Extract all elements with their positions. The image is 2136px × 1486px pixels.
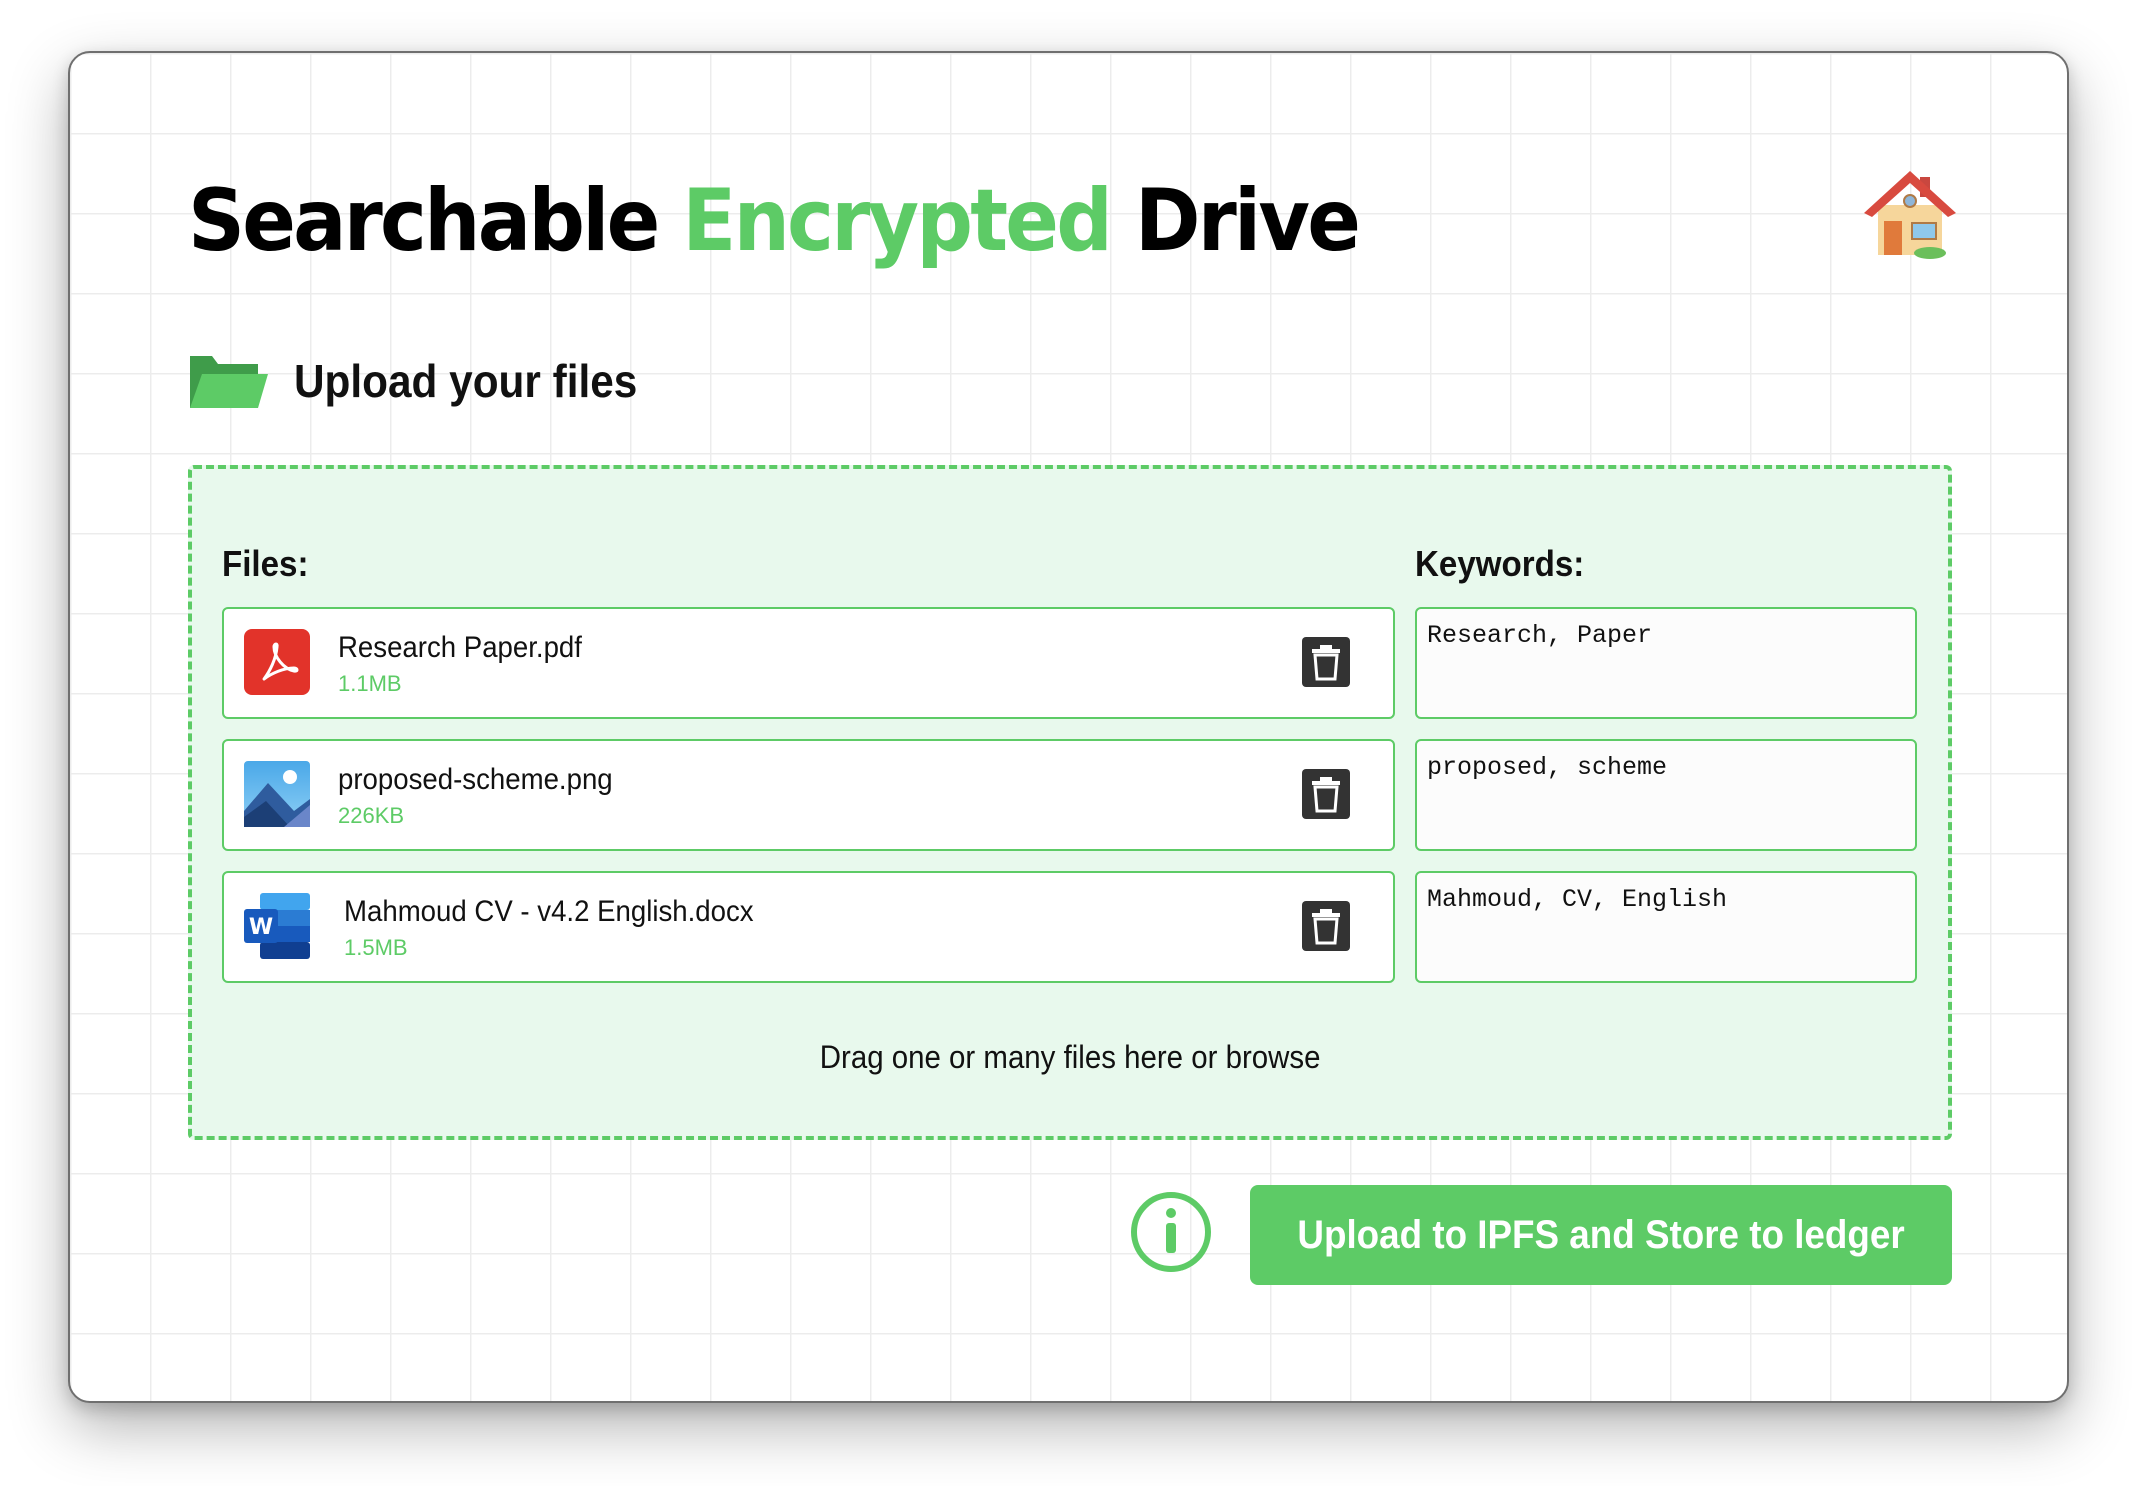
info-icon[interactable] <box>1130 1191 1212 1273</box>
svg-text:W: W <box>249 915 273 940</box>
drag-drop-text: Drag one or many files here or browse <box>819 1039 1321 1075</box>
file-name: proposed-scheme.png <box>338 763 613 796</box>
keywords-input[interactable]: Research, Paper <box>1415 607 1917 719</box>
house-icon[interactable] <box>1860 163 1960 263</box>
files-label: Files: <box>222 543 309 584</box>
file-row: proposed-scheme.png 226KB <box>222 739 1395 851</box>
upload-store-button[interactable]: Upload to IPFS and Store to ledger <box>1250 1185 1952 1285</box>
file-row: W Mahmoud CV - v4.2 English.docx 1.5MB <box>222 871 1395 983</box>
trash-icon[interactable] <box>1302 637 1350 687</box>
word-icon: W <box>244 893 310 959</box>
keywords-input[interactable]: Mahmoud, CV, English <box>1415 871 1917 983</box>
open-folder-icon <box>190 356 268 408</box>
keywords-label: Keywords: <box>1415 543 1585 584</box>
title-part-1: Searchable <box>188 171 683 271</box>
drag-drop-hint[interactable]: Drag one or many files here or browse <box>192 1039 1948 1076</box>
page-title: Searchable Encrypted Drive <box>188 171 1361 271</box>
file-size: 1.5MB <box>344 935 408 960</box>
app-window: Searchable Encrypted Drive Upload your f… <box>68 51 2069 1403</box>
upload-button-label: Upload to IPFS and Store to ledger <box>1297 1212 1905 1257</box>
pdf-icon <box>244 629 310 695</box>
file-size: 226KB <box>338 803 405 828</box>
file-size: 1.1MB <box>338 671 402 696</box>
keywords-input[interactable]: proposed, scheme <box>1415 739 1917 851</box>
title-part-3: Drive <box>1110 171 1361 271</box>
file-name: Mahmoud CV - v4.2 English.docx <box>344 895 754 928</box>
image-icon <box>244 761 310 827</box>
file-name: Research Paper.pdf <box>338 631 582 664</box>
file-dropzone[interactable]: Files: Keywords: Research Paper.pdf 1.1M… <box>188 465 1952 1140</box>
trash-icon[interactable] <box>1302 769 1350 819</box>
file-row: Research Paper.pdf 1.1MB <box>222 607 1395 719</box>
upload-section-header: Upload your files <box>188 348 667 414</box>
title-part-2: Encrypted <box>682 171 1113 271</box>
upload-heading: Upload your files <box>294 355 638 407</box>
trash-icon[interactable] <box>1302 901 1350 951</box>
